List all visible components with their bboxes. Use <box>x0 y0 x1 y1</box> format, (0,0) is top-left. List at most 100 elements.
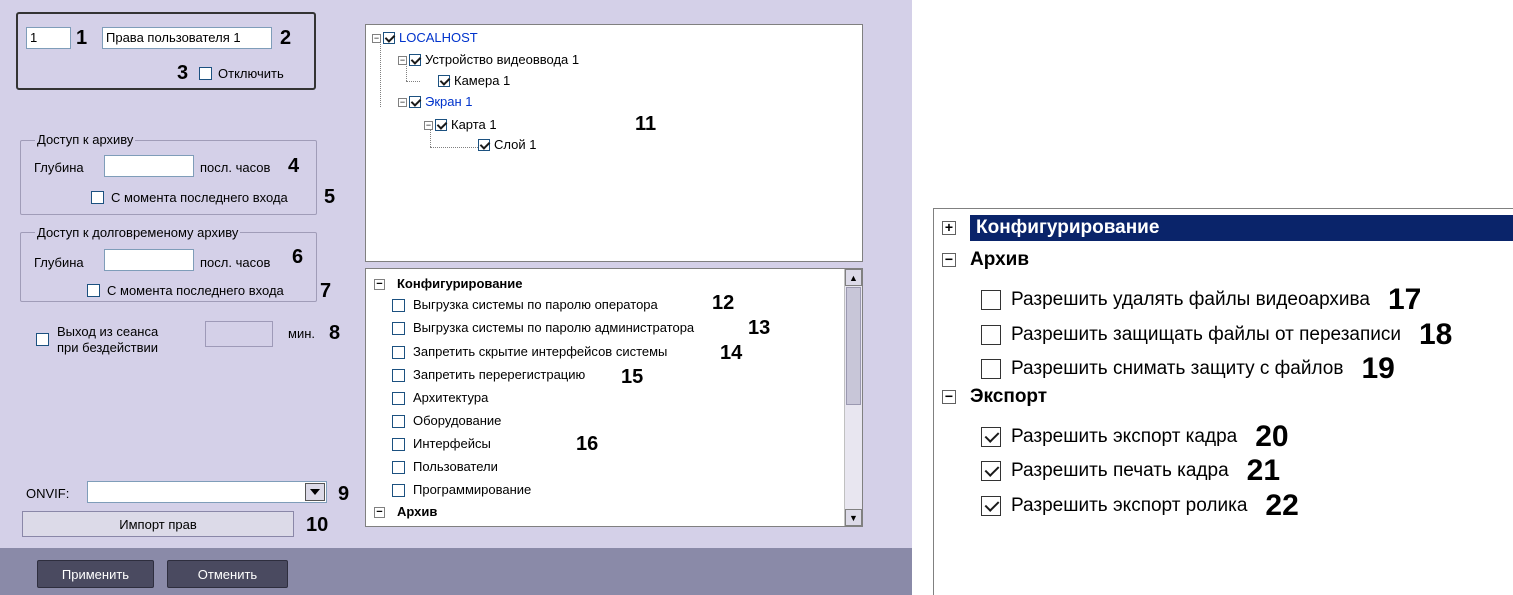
perm-checkbox[interactable] <box>392 298 405 312</box>
perm-label: Интерфейсы <box>413 436 491 451</box>
tree-checkbox[interactable] <box>435 119 447 131</box>
perm-section-archive[interactable]: − Архив <box>374 504 437 520</box>
permissions-scrollbar[interactable]: ▲ ▼ <box>844 269 862 526</box>
tree-item-video-device[interactable]: − Устройство видеоввода 1 <box>398 52 579 68</box>
tree-checkbox[interactable] <box>409 96 421 108</box>
cancel-button[interactable]: Отменить <box>167 560 288 588</box>
tree-item-layer[interactable]: Слой 1 <box>478 137 536 153</box>
perm-item[interactable]: Пользователи <box>392 459 498 475</box>
expand-icon[interactable]: + <box>942 220 956 235</box>
long-archive-since-last-checkbox[interactable] <box>87 284 100 297</box>
tree-checkbox[interactable] <box>438 75 450 87</box>
import-rights-button[interactable]: Импорт прав <box>22 511 294 537</box>
right-perm-item[interactable]: Разрешить печать кадра 21 <box>981 454 1280 488</box>
perm-label: Выгрузка системы по паролю оператора <box>413 297 658 312</box>
right-section-export[interactable]: − Экспорт <box>942 386 1047 408</box>
right-perm-label: Разрешить экспорт кадра <box>1011 426 1238 447</box>
perm-item[interactable]: Выгрузка системы по паролю оператора <box>392 297 658 313</box>
right-perm-checkbox[interactable] <box>981 427 1001 447</box>
long-archive-depth-input[interactable] <box>104 249 194 271</box>
right-perm-checkbox[interactable] <box>981 359 1001 379</box>
perm-item[interactable]: Программирование <box>392 482 531 498</box>
zoomed-permissions-panel[interactable]: + Конфигурирование − Архив Разрешить уда… <box>933 208 1513 595</box>
callout-16: 16 <box>576 433 599 455</box>
tree-item-localhost[interactable]: − LOCALHOST <box>372 30 478 46</box>
perm-checkbox[interactable] <box>392 391 405 405</box>
user-id-field[interactable]: 1 <box>26 27 71 49</box>
collapse-icon[interactable]: − <box>424 120 433 130</box>
apply-button[interactable]: Применить <box>37 560 154 588</box>
perm-checkbox[interactable] <box>392 483 405 497</box>
right-perm-item[interactable]: Разрешить защищать файлы от перезаписи 1… <box>981 318 1452 352</box>
long-archive-hours-label: посл. часов <box>200 255 271 270</box>
perm-checkbox[interactable] <box>392 368 405 382</box>
tree-item-camera[interactable]: Камера 1 <box>438 73 510 89</box>
right-perm-item[interactable]: Разрешить экспорт кадра 20 <box>981 420 1289 454</box>
perm-item[interactable]: Оборудование <box>392 413 501 429</box>
tree-checkbox[interactable] <box>409 54 421 66</box>
right-perm-checkbox[interactable] <box>981 325 1001 345</box>
scroll-down-button[interactable]: ▼ <box>845 509 862 526</box>
right-perm-label: Разрешить снимать защиту с файлов <box>1011 358 1344 379</box>
collapse-icon[interactable]: − <box>398 55 407 65</box>
scroll-thumb[interactable] <box>846 287 861 405</box>
right-section-config[interactable]: + Конфигурирование <box>942 215 1513 241</box>
callout-1: 1 <box>76 27 88 49</box>
right-perm-item[interactable]: Разрешить экспорт ролика 22 <box>981 489 1299 523</box>
perm-item[interactable]: Выгрузка системы по паролю администратор… <box>392 320 694 336</box>
collapse-icon[interactable]: − <box>374 278 385 290</box>
tree-checkbox[interactable] <box>383 32 395 44</box>
collapse-icon[interactable]: − <box>374 506 385 518</box>
archive-since-last-label: С момента последнего входа <box>111 190 288 205</box>
callout-15: 15 <box>621 366 644 388</box>
right-perm-item[interactable]: Разрешить снимать защиту с файлов 19 <box>981 352 1395 386</box>
perm-label: Программирование <box>413 482 532 497</box>
perm-section-config[interactable]: − Конфигурирование <box>374 276 523 292</box>
right-perm-checkbox[interactable] <box>981 290 1001 310</box>
archive-since-last-checkbox[interactable] <box>91 191 104 204</box>
callout-14: 14 <box>720 342 743 364</box>
perm-label: Выгрузка системы по паролю администратор… <box>413 320 695 335</box>
right-perm-checkbox[interactable] <box>981 461 1001 481</box>
perm-item[interactable]: Интерфейсы <box>392 436 491 452</box>
collapse-icon[interactable]: − <box>398 97 407 107</box>
perm-item[interactable]: Запретить перерегистрацию <box>392 367 585 383</box>
archive-depth-input[interactable] <box>104 155 194 177</box>
session-timeout-checkbox[interactable] <box>36 333 49 346</box>
perm-checkbox[interactable] <box>392 460 405 474</box>
tree-label: Камера 1 <box>454 73 511 88</box>
user-name-field[interactable]: Права пользователя 1 <box>102 27 272 49</box>
object-tree[interactable]: − LOCALHOST − Устройство видеоввода 1 Ка… <box>365 24 863 262</box>
tree-item-map[interactable]: − Карта 1 <box>424 117 497 133</box>
right-perm-checkbox[interactable] <box>981 496 1001 516</box>
collapse-icon[interactable]: − <box>942 389 956 404</box>
tree-checkbox[interactable] <box>478 139 490 151</box>
disable-checkbox[interactable] <box>199 67 212 80</box>
perm-checkbox[interactable] <box>392 321 405 335</box>
callout-13: 13 <box>748 317 771 339</box>
callout-7: 7 <box>320 280 332 302</box>
perm-checkbox[interactable] <box>392 345 405 359</box>
permissions-list[interactable]: − Конфигурирование Выгрузка системы по п… <box>365 268 863 527</box>
perm-section-label: Архив <box>397 504 438 519</box>
onvif-select[interactable] <box>87 481 327 503</box>
perm-checkbox[interactable] <box>392 437 405 451</box>
tree-label: Слой 1 <box>494 137 537 152</box>
perm-item[interactable]: Архитектура <box>392 390 488 406</box>
callout-22: 22 <box>1265 489 1299 522</box>
perm-item[interactable]: Запретить скрытие интерфейсов системы <box>392 344 667 360</box>
callout-5: 5 <box>324 186 336 208</box>
disable-label: Отключить <box>218 66 284 81</box>
perm-checkbox[interactable] <box>392 414 405 428</box>
onvif-dropdown-button[interactable] <box>305 483 325 501</box>
scroll-up-button[interactable]: ▲ <box>845 269 862 286</box>
callout-20: 20 <box>1255 420 1289 453</box>
collapse-icon[interactable]: − <box>942 252 956 267</box>
perm-section-label: Конфигурирование <box>397 276 523 291</box>
collapse-icon[interactable]: − <box>372 33 381 43</box>
right-perm-item[interactable]: Разрешить удалять файлы видеоархива 17 <box>981 283 1421 317</box>
session-timeout-label-2: при бездействии <box>57 340 159 355</box>
right-section-archive[interactable]: − Архив <box>942 249 1029 271</box>
session-minutes-input[interactable] <box>205 321 273 347</box>
tree-item-screen[interactable]: − Экран 1 <box>398 94 473 110</box>
